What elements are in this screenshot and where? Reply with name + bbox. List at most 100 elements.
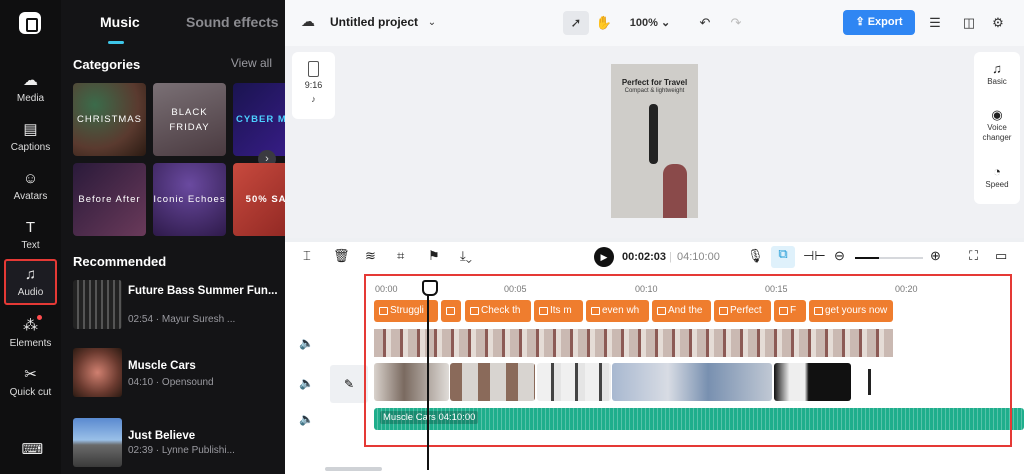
zoom-in-icon[interactable]: ⊕ [930, 248, 941, 264]
cloud-icon: ☁ [301, 13, 315, 29]
horizontal-scrollbar[interactable] [325, 467, 382, 471]
total-time: 04:10:00 [677, 251, 720, 263]
tab-sound-effects[interactable]: Sound effects [186, 14, 279, 30]
speed-icon: ◔ [993, 164, 1001, 179]
track-thumbnail [73, 348, 122, 397]
track-thumbnail [73, 280, 122, 329]
cloud-upload-icon: ☁ [23, 72, 38, 89]
flag-icon[interactable]: ⚑ [428, 248, 440, 264]
microphone-icon[interactable]: 🎙 [747, 248, 764, 264]
category-iconic-echoes[interactable]: Iconic Echoes [153, 163, 226, 236]
categories-title: Categories [73, 57, 141, 72]
track-meta: 02:39 · Lynne Publishi... [128, 445, 235, 456]
zoom-slider-fill [855, 257, 879, 259]
audio-panel: Music Sound effects Categories View all … [61, 0, 285, 474]
video-subtitle: Compact & lightweight [624, 88, 685, 94]
music-note-icon: ♫ [24, 266, 37, 283]
speed-tool[interactable]: ◔ Speed [974, 164, 1020, 190]
recommended-title: Recommended [73, 254, 167, 269]
split-icon[interactable]: ⌶ [303, 248, 311, 264]
person-image [663, 164, 687, 218]
video-title: Perfect for Travel [621, 78, 688, 87]
aspect-ratio-button[interactable]: 9:16 ♪ [292, 52, 335, 119]
view-all-link[interactable]: View all [231, 56, 272, 70]
timeline: 00:00 00:05 00:10 00:15 00:20 Struggli C… [285, 274, 1024, 474]
current-time: 00:02:03 [622, 251, 667, 263]
export-button[interactable]: ⇪ Export [843, 10, 915, 35]
top-bar: ☁ Untitled project ⌄ ➚ ✋ 100% ⌄ ↶ ↷ ⇪ Ex… [285, 0, 1024, 46]
rail-quick-cut[interactable]: ✂ Quick cut [4, 361, 57, 411]
product-image [649, 104, 658, 164]
text-icon: T [25, 219, 36, 236]
track-title: Muscle Cars [128, 360, 196, 372]
delete-icon[interactable]: 🗑 [333, 248, 350, 264]
rail-text[interactable]: T Text [4, 214, 57, 260]
volume-icon[interactable]: 🔈 [299, 336, 314, 350]
comment-icon[interactable]: ▭ [995, 248, 1007, 264]
track-thumbnail [73, 418, 122, 467]
notification-dot [37, 315, 42, 320]
undo-icon[interactable]: ↶ [692, 11, 718, 35]
track-item[interactable]: Muscle Cars 04:10 · Opensound [73, 348, 283, 402]
capcut-logo-icon [19, 12, 41, 34]
edit-pencil-icon[interactable]: ✎ [330, 365, 368, 403]
volume-icon[interactable]: 🔈 [299, 376, 314, 390]
download-icon[interactable]: ⤓⌄ [460, 248, 472, 264]
keyboard-icon: ⌨ [21, 441, 44, 458]
tab-music[interactable]: Music [100, 14, 140, 30]
time-separator: | [669, 251, 672, 263]
rail-media[interactable]: ☁ Media [4, 67, 57, 113]
tab-indicator [108, 41, 124, 44]
select-tool-icon[interactable]: ➚ [563, 11, 589, 35]
volume-icon[interactable]: 🔈 [299, 412, 314, 426]
crop-icon[interactable]: ⌗ [397, 248, 404, 264]
tiktok-icon: ♪ [311, 94, 316, 104]
track-meta: 04:10 · Opensound [128, 377, 214, 388]
split-view-icon[interactable]: ⊣⊢ [803, 248, 826, 264]
hand-tool-icon[interactable]: ✋ [591, 11, 617, 35]
playhead[interactable] [422, 280, 438, 470]
elements-icon: ⁂ [23, 317, 38, 334]
category-black-friday[interactable]: BLACK FRIDAY [153, 83, 226, 156]
chevron-down-icon[interactable]: ⌄ [419, 11, 445, 35]
auto-cut-icon[interactable]: ≋ [365, 248, 376, 264]
category-sale[interactable]: 50% SAL [233, 163, 285, 236]
rail-elements[interactable]: ⁂ Elements [4, 312, 57, 358]
right-tools: ♫ Basic ◉ Voice changer ◔ Speed [974, 52, 1020, 204]
music-note-icon: ♫ [992, 61, 1002, 76]
captions-sync-icon[interactable]: ⧉ [771, 246, 795, 268]
keyboard-shortcuts-button[interactable]: ⌨ [4, 436, 57, 466]
rail-avatars[interactable]: ☺ Avatars [4, 165, 57, 211]
track-meta: 02:54 · Mayur Suresh ... [128, 314, 236, 325]
quick-cut-icon: ✂ [24, 366, 37, 383]
zoom-slider[interactable] [855, 257, 923, 259]
voice-changer-icon: ◉ [991, 107, 1003, 122]
video-preview[interactable]: Perfect for Travel Compact & lightweight [611, 64, 698, 218]
category-christmas[interactable]: CHRISTMAS [73, 83, 146, 156]
category-before-after[interactable]: Before After [73, 163, 146, 236]
panel-toggle-icon[interactable]: ◫ [956, 11, 982, 35]
rail-audio[interactable]: ♫ Audio [4, 259, 57, 305]
zoom-select[interactable]: 100% ⌄ [625, 11, 675, 35]
avatar-icon: ☺ [22, 170, 39, 187]
track-item[interactable]: Just Believe 02:39 · Lynne Publishi... [73, 418, 283, 472]
timeline-toolbar: ⌶ 🗑 ≋ ⌗ ⚑ ⤓⌄ ▶ 00:02:03 | 04:10:00 🎙 ⧉ ⊣… [285, 242, 1024, 274]
project-title[interactable]: Untitled project [330, 15, 418, 29]
zoom-out-icon[interactable]: ⊖ [834, 248, 845, 264]
captions-icon: ▤ [23, 121, 38, 138]
track-title: Just Believe [128, 430, 196, 442]
highlight-box [364, 274, 1012, 447]
voice-changer-tool[interactable]: ◉ Voice changer [974, 107, 1020, 143]
layers-icon[interactable]: ☰ [922, 11, 948, 35]
settings-icon[interactable]: ⚙ [985, 11, 1011, 35]
basic-tool[interactable]: ♫ Basic [974, 61, 1020, 87]
redo-icon[interactable]: ↷ [723, 11, 749, 35]
play-button[interactable]: ▶ [594, 247, 614, 267]
left-rail: ☁ Media ▤ Captions ☺ Avatars T Text ♫ Audio ⁂… [0, 0, 61, 474]
track-item[interactable]: Future Bass Summer Fun... 02:54 · Mayur … [73, 280, 283, 334]
fullscreen-icon[interactable]: ⛶ [969, 248, 978, 264]
rail-captions[interactable]: ▤ Captions [4, 116, 57, 162]
preview-area: 9:16 ♪ Perfect for Travel Compact & ligh… [285, 46, 1024, 238]
category-cyber-monday[interactable]: CYBER MON [233, 83, 285, 156]
track-title: Future Bass Summer Fun... [128, 285, 278, 297]
